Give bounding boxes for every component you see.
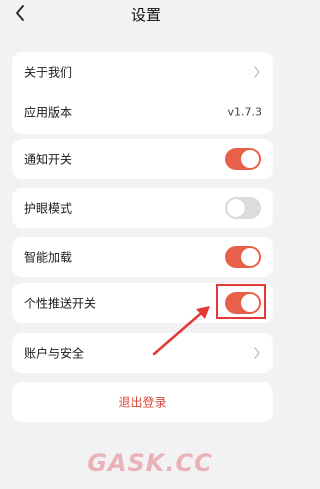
- eye-care-toggle[interactable]: [225, 197, 261, 219]
- about-us-label: 关于我们: [24, 65, 73, 80]
- notification-toggle-label: 通知开关: [24, 152, 73, 167]
- watermark-logo: GASK.CC: [87, 449, 213, 477]
- highlight-box: [216, 284, 266, 319]
- account-security-label: 账户与安全: [24, 346, 85, 361]
- smart-loading-toggle-label: 智能加载: [24, 250, 73, 265]
- account-security-row[interactable]: 账户与安全: [12, 333, 273, 373]
- toggle-knob: [241, 248, 259, 266]
- about-us-row[interactable]: 关于我们: [12, 52, 273, 92]
- eye-care-toggle-card: 护眼模式: [12, 188, 273, 228]
- page-title: 设置: [130, 6, 161, 24]
- smart-loading-toggle-card: 智能加载: [12, 237, 273, 277]
- app-version-row: 应用版本 v1.7.3: [12, 92, 273, 132]
- chevron-right-icon: [254, 347, 260, 359]
- logout-label: 退出登录: [118, 395, 167, 410]
- notification-toggle-card: 通知开关: [12, 139, 273, 179]
- annotation-arrow-icon: [152, 306, 210, 356]
- header-bar: 设置: [0, 0, 292, 30]
- app-version-value: v1.7.3: [227, 105, 263, 119]
- account-security-card: 账户与安全: [12, 333, 273, 373]
- about-card: 关于我们 应用版本 v1.7.3: [12, 52, 273, 134]
- eye-care-toggle-label: 护眼模式: [24, 201, 73, 216]
- chevron-right-icon: [254, 66, 260, 78]
- smart-loading-toggle-row: 智能加载: [12, 237, 273, 277]
- app-version-label: 应用版本: [24, 105, 73, 120]
- personalized-push-toggle-label: 个性推送开关: [24, 296, 97, 311]
- notification-toggle[interactable]: [225, 148, 261, 170]
- toggle-knob: [241, 150, 259, 168]
- notification-toggle-row: 通知开关: [12, 139, 273, 179]
- logout-button[interactable]: 退出登录: [12, 382, 273, 422]
- eye-care-toggle-row: 护眼模式: [12, 188, 273, 228]
- toggle-knob: [227, 199, 245, 217]
- smart-loading-toggle[interactable]: [225, 246, 261, 268]
